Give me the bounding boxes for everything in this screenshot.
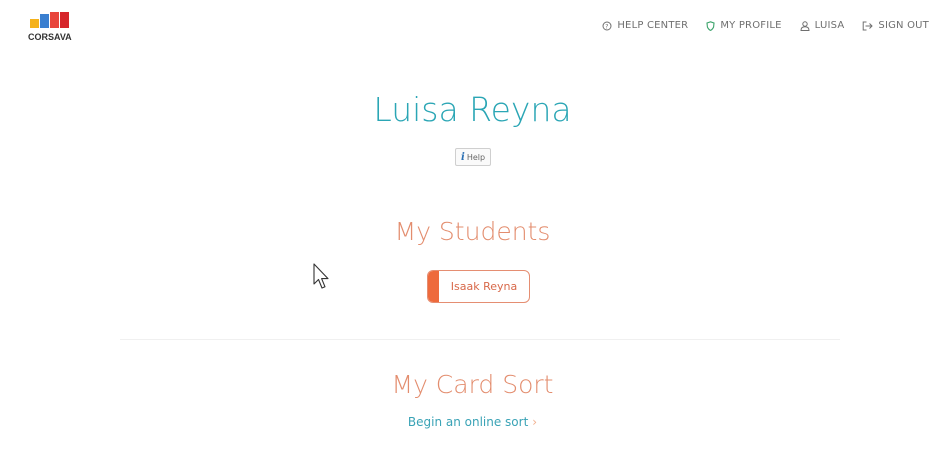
my-students-heading: My Students [394, 217, 551, 246]
student-button-label: Isaak Reyna [450, 280, 518, 293]
help-circle-icon: ? [602, 21, 612, 30]
logo-bar-yellow [30, 19, 39, 28]
student-button-accent [428, 271, 439, 302]
svg-text:?: ? [606, 23, 609, 30]
section-divider [120, 339, 840, 340]
shield-icon [706, 20, 715, 31]
student-button[interactable]: Isaak Reyna [427, 270, 530, 303]
my-card-sort-heading: My Card Sort [391, 370, 554, 399]
logo-bar-darkred [60, 12, 69, 28]
logo-bar-red [50, 12, 59, 28]
nav-help-center[interactable]: ? HELP CENTER [602, 20, 688, 31]
mouse-cursor-icon [313, 263, 329, 289]
begin-online-sort-label: Begin an online sort [407, 415, 529, 429]
nav-my-profile[interactable]: MY PROFILE [706, 20, 781, 31]
nav-sign-out[interactable]: SIGN OUT [862, 20, 929, 31]
logo-bar-blue [40, 14, 49, 28]
top-navigation: ? HELP CENTER MY PROFILE LUISA SIGN OUT [602, 20, 929, 31]
logo-bars [28, 12, 88, 28]
chevron-right-icon: › [532, 415, 538, 429]
corsava-logo[interactable]: CORSAVA [28, 12, 88, 46]
nav-help-center-label: HELP CENTER [617, 20, 689, 31]
user-icon [800, 20, 810, 31]
nav-sign-out-label: SIGN OUT [878, 20, 929, 31]
nav-user[interactable]: LUISA [800, 20, 845, 31]
nav-my-profile-label: MY PROFILE [720, 20, 782, 31]
nav-user-label: LUISA [814, 20, 845, 31]
page: CORSAVA ? HELP CENTER MY PROFILE LUISA S… [0, 0, 945, 456]
info-icon: i [461, 151, 465, 163]
begin-online-sort-link[interactable]: Begin an online sort › [0, 415, 945, 429]
help-button[interactable]: i Help [455, 148, 492, 166]
logo-text: CORSAVA [28, 32, 72, 42]
page-title: Luisa Reyna [373, 90, 572, 129]
help-button-label: Help [466, 152, 486, 162]
sign-out-icon [863, 21, 874, 30]
